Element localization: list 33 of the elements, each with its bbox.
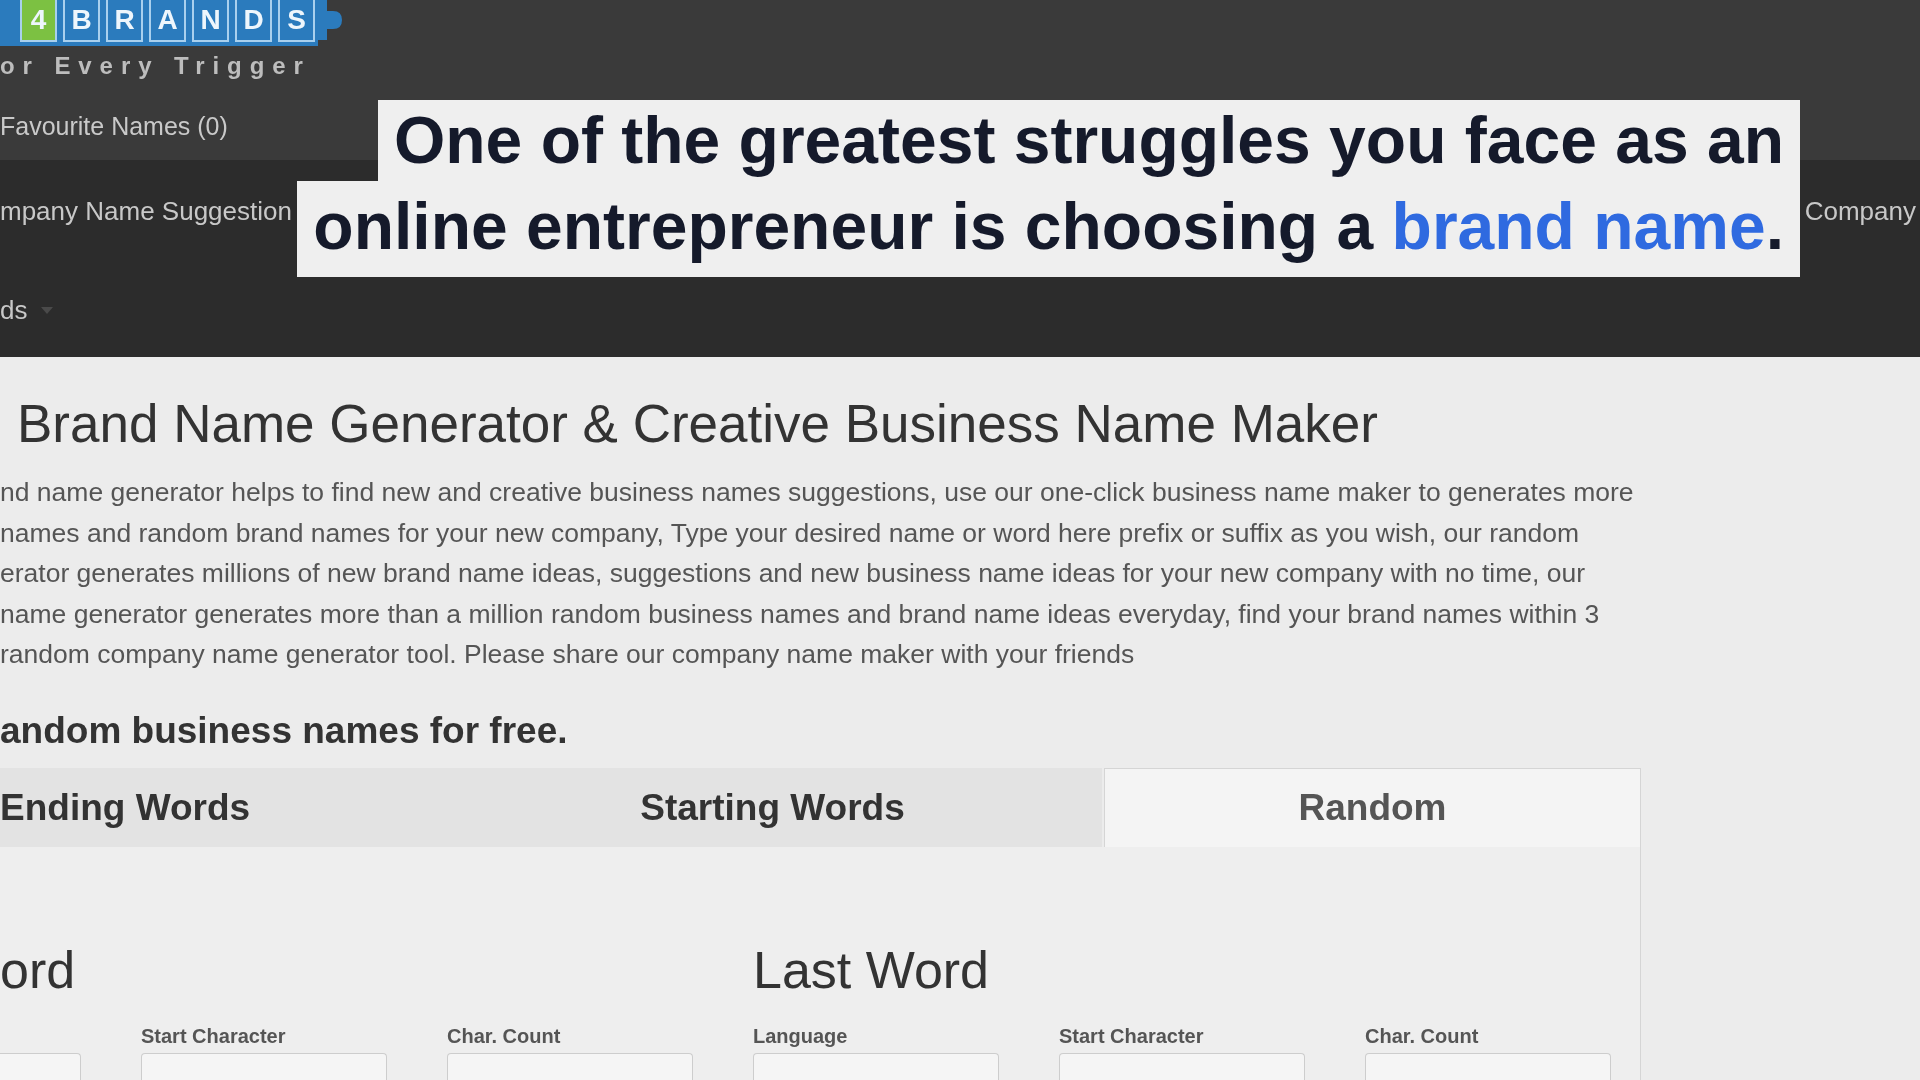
field-label: Start Character xyxy=(1059,1023,1204,1048)
logo-letter-tile: A xyxy=(149,0,186,42)
select-field[interactable] xyxy=(753,1052,999,1080)
section-heading: ord xyxy=(0,939,76,1000)
logo-letter-tile: 4 xyxy=(20,0,57,42)
select-field[interactable] xyxy=(0,1052,81,1080)
logo-letter-tile: D xyxy=(235,0,272,42)
field-label: Char. Count xyxy=(1365,1023,1479,1048)
section-subheading: andom business names for free. xyxy=(0,708,568,753)
tab[interactable]: Random xyxy=(1104,767,1641,847)
caret-icon xyxy=(41,306,54,314)
page-title: Brand Name Generator & Creative Business Name Maker xyxy=(17,393,1378,455)
field-label: Char. Count xyxy=(447,1023,561,1048)
logo-letter-tile: N xyxy=(192,0,229,42)
nav-link[interactable]: Company xyxy=(1804,196,1916,226)
logo-letter-tile: R xyxy=(106,0,143,42)
tagline: or Every Trigger xyxy=(0,53,311,79)
select-field[interactable] xyxy=(141,1052,387,1080)
logo-letter-tile: B xyxy=(63,0,100,42)
nav-dropdown[interactable]: ds xyxy=(0,295,28,325)
select-field[interactable] xyxy=(1365,1052,1611,1080)
nav-link[interactable]: mpany Name Suggestion xyxy=(0,196,292,226)
favourites-link[interactable]: Favourite Names (0) xyxy=(0,114,228,139)
select-field[interactable] xyxy=(1059,1052,1305,1080)
field-label: Language xyxy=(753,1023,848,1048)
logo-letter-tile: S xyxy=(278,0,315,42)
tab[interactable]: Ending Words xyxy=(0,767,443,847)
select-field[interactable] xyxy=(447,1052,693,1080)
section-heading: Last Word xyxy=(753,939,990,1000)
field-label: Start Character xyxy=(141,1023,286,1048)
caption-text: One of the greatest struggles you face as an online entrepreneur is choosing a brand name. xyxy=(297,100,1800,277)
tab[interactable]: Starting Words xyxy=(443,767,1102,847)
intro-paragraph: nd name generator helps to find new and creative business names suggestions, use our one-click business name maker to generates more names and random brand names for your new company, Type your desired name or word here prefix or suffix as you wish, our random erator generates millions of new brand name ideas, suggestions and new business name ideas for your new company with no time, our name generator generates more than a million random business names and brand name ideas everyday, find your brand names within 3 random company name generator tool. Please share our company name maker with your friends xyxy=(0,476,1634,671)
